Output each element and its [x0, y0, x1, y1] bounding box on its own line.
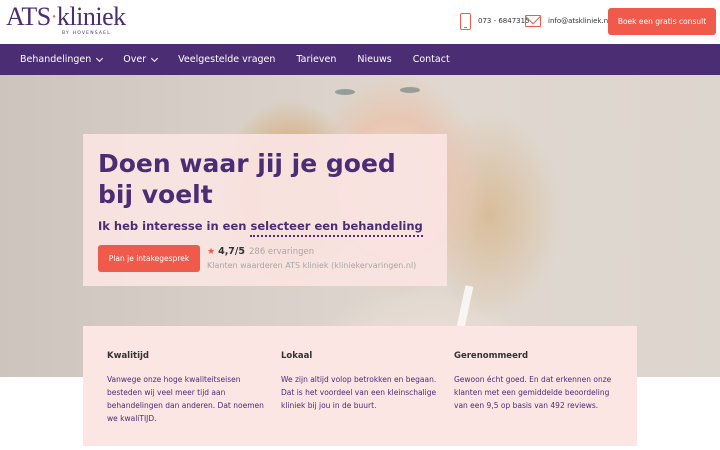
nav-item-tarieven[interactable]: Tarieven [296, 54, 336, 65]
nav-item-faq[interactable]: Veelgestelde vragen [178, 54, 275, 65]
logo-dot: · [50, 6, 58, 28]
usp-text: Vanwege onze hoge kwaliteitseisen bested… [107, 375, 264, 423]
nav-item-label: Tarieven [296, 54, 337, 65]
phone-number-link[interactable]: 073 - 6847315 [478, 17, 530, 25]
rating-score: 4,7/5 [218, 246, 245, 257]
email-link[interactable]: info@atskliniek.nl [548, 17, 610, 25]
nav-item-label: Contact [412, 54, 450, 65]
nav-item-nieuws[interactable]: Nieuws [357, 54, 391, 65]
chevron-down-icon [151, 54, 159, 62]
usp-text: We zijn altijd volop betrokken en begaan… [281, 375, 437, 410]
hero-image-detail [335, 89, 355, 95]
interest-line: Ik heb interesse in een selecteer een be… [98, 219, 423, 237]
logo-text-kliniek: kliniek [56, 2, 126, 31]
site-header: ATS·kliniek BY HOVENSAEL 073 - 6847315 i… [0, 0, 720, 44]
nav-item-behandelingen[interactable]: Behandelingen [20, 54, 104, 65]
nav-item-label: Over [123, 54, 147, 65]
nav-item-label: Veelgestelde vragen [178, 54, 276, 65]
nav-item-over[interactable]: Over [123, 54, 159, 65]
phone-icon[interactable] [460, 13, 471, 30]
rating-count: 286 ervaringen [249, 246, 315, 257]
rating-source: Klanten waarderen ATS kliniek (klinieker… [207, 261, 417, 270]
main-nav: Behandelingen Over Veelgestelde vragen T… [0, 44, 720, 75]
logo-subtitle: BY HOVENSAEL [62, 31, 111, 36]
nav-item-contact[interactable]: Contact [413, 54, 450, 65]
hero-title: Doen waar jij je goed bij voelt [98, 149, 396, 209]
logo[interactable]: ATS·kliniek BY HOVENSAEL [6, 4, 126, 38]
usp-title: Lokaal [281, 351, 313, 361]
interest-prefix: Ik heb interesse in een [98, 219, 247, 233]
mail-icon[interactable] [525, 15, 541, 27]
logo-text-ats: ATS [6, 2, 51, 31]
star-icon: ★ [207, 246, 216, 257]
usp-text: Gewoon écht goed. En dat erkennen onze k… [454, 375, 612, 410]
book-consult-button[interactable]: Boek een gratis consult [608, 8, 716, 35]
nav-item-label: Nieuws [357, 54, 392, 65]
chevron-down-icon [96, 54, 104, 62]
treatment-select[interactable]: selecteer een behandeling [250, 219, 423, 237]
usp-title: Gerenommeerd [454, 351, 529, 361]
nav-item-label: Behandelingen [20, 54, 92, 65]
usp-title: Kwalitijd [107, 351, 149, 361]
hero-image-detail [400, 87, 420, 93]
plan-intake-button[interactable]: Plan je intakegesprek [98, 245, 200, 272]
usp-section: Kwalitijd Vanwege onze hoge kwaliteitsei… [83, 326, 637, 446]
rating-summary: ★ 4,7/5 286 ervaringen [207, 246, 314, 257]
